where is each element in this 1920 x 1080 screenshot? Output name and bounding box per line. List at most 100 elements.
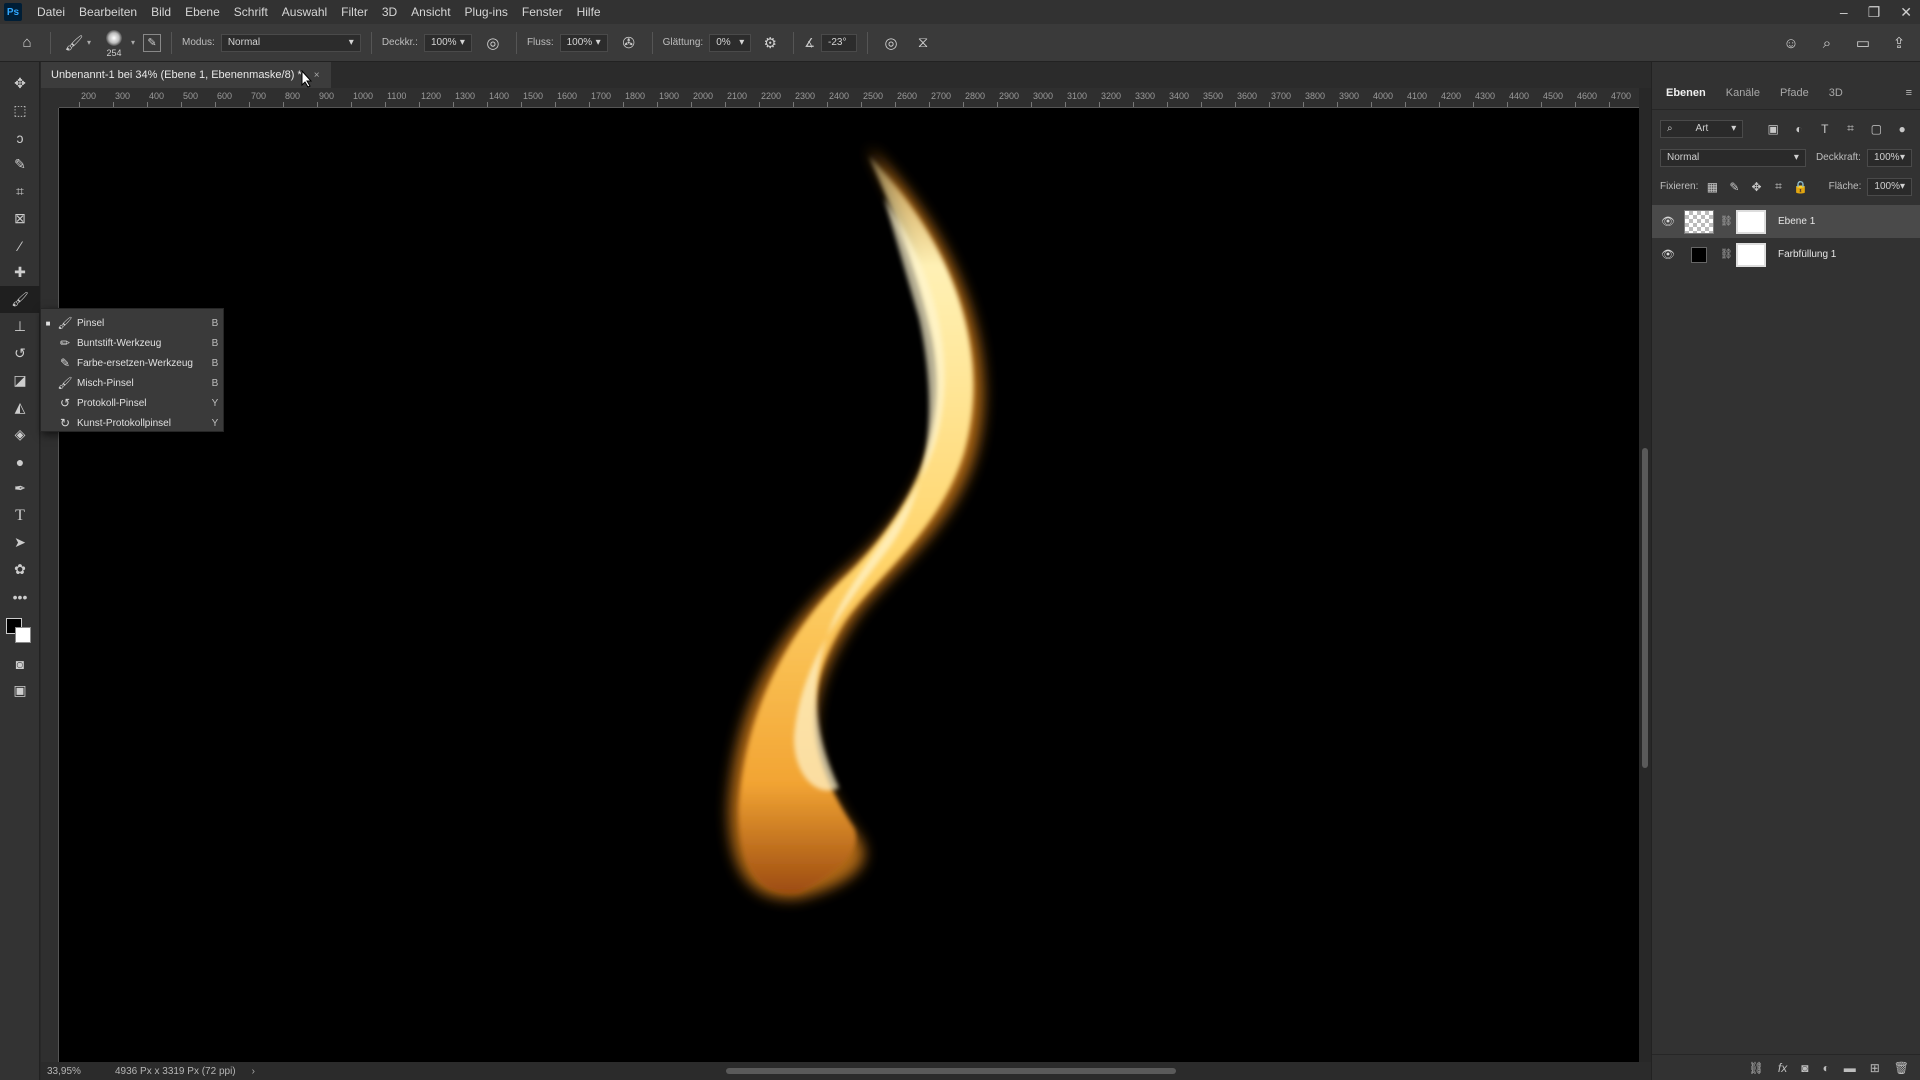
flow-field[interactable]: 100% ▾ <box>559 33 608 52</box>
close-tab-icon[interactable]: × <box>314 70 320 81</box>
tab-kanaele[interactable]: Kanäle <box>1716 87 1770 109</box>
flyout-item-misch-pinsel[interactable]: 🖌 Misch-Pinsel B <box>41 373 223 393</box>
visibility-eye-icon[interactable]: 👁 <box>1658 215 1678 228</box>
menu-fenster[interactable]: Fenster <box>515 0 570 24</box>
paint-bucket-tool-icon[interactable]: ◭ <box>0 394 40 421</box>
shape-tool-icon[interactable]: ✿ <box>0 556 40 583</box>
smoothing-field[interactable]: 0% ▾ <box>709 33 752 52</box>
color-swatches[interactable] <box>0 610 40 650</box>
add-mask-icon[interactable]: ◙ <box>1801 1061 1808 1075</box>
tab-ebenen[interactable]: Ebenen <box>1656 87 1716 109</box>
more-tools-icon[interactable]: ••• <box>0 583 40 610</box>
document-tab[interactable]: Unbenannt-1 bei 34% (Ebene 1, Ebenenmask… <box>41 62 331 88</box>
pressure-opacity-icon[interactable]: ◎ <box>480 30 506 56</box>
workspace-icon[interactable]: ▭ <box>1850 30 1876 56</box>
zoom-level[interactable]: 33,95% <box>47 1066 107 1077</box>
home-icon[interactable]: ⌂ <box>14 30 40 56</box>
adjustment-layer-icon[interactable]: ◐ <box>1822 1061 1829 1075</box>
pressure-size-icon[interactable]: ◎ <box>878 30 904 56</box>
layer-row-farbfuellung-1[interactable]: 👁 ⛓ Farbfüllung 1 <box>1652 238 1920 271</box>
quick-selection-tool-icon[interactable]: ✎ <box>0 151 40 178</box>
mask-link-icon[interactable]: ⛓ <box>1720 249 1733 260</box>
filter-shape-icon[interactable]: ⌗ <box>1841 121 1861 136</box>
search-icon[interactable]: ⌕ <box>1814 30 1840 56</box>
vertical-scrollbar[interactable] <box>1639 108 1651 1062</box>
layer-mask-thumbnail[interactable] <box>1736 242 1766 267</box>
layer-name[interactable]: Ebene 1 <box>1772 216 1815 227</box>
chevron-down-icon[interactable]: ▾ <box>131 38 135 47</box>
visibility-eye-icon[interactable]: 👁 <box>1658 248 1678 261</box>
panel-menu-icon[interactable]: ≡ <box>1906 87 1912 109</box>
opacity-field[interactable]: 100% ▾ <box>423 33 472 52</box>
type-tool-icon[interactable]: T <box>0 502 40 529</box>
layer-filter-select[interactable]: ⌕ Art ▾ <box>1660 119 1744 138</box>
document-size-info[interactable]: 4936 Px x 3319 Px (72 ppi) <box>115 1066 236 1077</box>
menu-datei[interactable]: Datei <box>30 0 72 24</box>
frame-tool-icon[interactable]: ⊠ <box>0 205 40 232</box>
healing-brush-tool-icon[interactable]: ✚ <box>0 259 40 286</box>
fill-field[interactable]: 100% ▾ <box>1867 177 1912 196</box>
lock-transparency-icon[interactable]: ▦ <box>1704 180 1720 194</box>
filter-smart-object-icon[interactable]: ▢ <box>1866 122 1886 136</box>
horizontal-scroll-thumb[interactable] <box>726 1068 1176 1074</box>
flyout-item-protokoll-pinsel[interactable]: ↺ Protokoll-Pinsel Y <box>41 393 223 413</box>
new-group-icon[interactable]: ▬ <box>1844 1061 1856 1075</box>
layer-style-icon[interactable]: fx <box>1778 1061 1787 1075</box>
stamp-tool-icon[interactable]: ⊥ <box>0 313 40 340</box>
menu-ansicht[interactable]: Ansicht <box>404 0 457 24</box>
filter-pixel-icon[interactable]: ▣ <box>1763 122 1783 136</box>
brush-tool-icon[interactable]: 🖌 <box>0 286 40 313</box>
eyedropper-tool-icon[interactable]: ⁄ <box>0 232 40 259</box>
menu-bearbeiten[interactable]: Bearbeiten <box>72 0 144 24</box>
restore-button[interactable]: ❐ <box>1868 4 1881 21</box>
background-color-swatch[interactable] <box>15 627 31 643</box>
menu-auswahl[interactable]: Auswahl <box>275 0 334 24</box>
layer-mask-thumbnail[interactable] <box>1736 209 1766 234</box>
minimize-button[interactable]: – <box>1840 4 1848 20</box>
layer-opacity-field[interactable]: 100% ▾ <box>1866 148 1912 167</box>
flyout-item-buntstift[interactable]: ✏ Buntstift-Werkzeug B <box>41 333 223 353</box>
menu-filter[interactable]: Filter <box>334 0 375 24</box>
filter-adjustment-icon[interactable]: ◐ <box>1789 122 1809 136</box>
symmetry-icon[interactable]: ⧖ <box>910 30 936 56</box>
layer-name[interactable]: Farbfüllung 1 <box>1772 249 1836 260</box>
angle-field[interactable]: -23° <box>820 33 857 52</box>
tab-3d[interactable]: 3D <box>1819 87 1853 109</box>
brush-settings-panel-icon[interactable]: ✎ <box>143 33 162 52</box>
mode-select[interactable]: Normal ▾ <box>220 33 361 52</box>
dodge-tool-icon[interactable]: ● <box>0 448 40 475</box>
link-layers-icon[interactable]: ⛓ <box>1749 1061 1764 1075</box>
lock-position-icon[interactable]: ✥ <box>1748 180 1764 194</box>
gear-icon[interactable]: ⚙ <box>757 30 783 56</box>
lasso-tool-icon[interactable]: ↄ <box>0 124 40 151</box>
crop-tool-icon[interactable]: ⌗ <box>0 178 40 205</box>
new-layer-icon[interactable]: ⊞ <box>1870 1061 1880 1075</box>
share-icon[interactable]: ⇪ <box>1886 30 1912 56</box>
flyout-item-farbe-ersetzen[interactable]: ✎ Farbe-ersetzen-Werkzeug B <box>41 353 223 373</box>
eraser-tool-icon[interactable]: ◪ <box>0 367 40 394</box>
close-window-button[interactable]: ✕ <box>1900 4 1912 21</box>
tab-pfade[interactable]: Pfade <box>1770 87 1819 109</box>
menu-schrift[interactable]: Schrift <box>227 0 275 24</box>
quick-mask-icon[interactable]: ◙ <box>0 650 40 677</box>
flyout-item-kunst-protokollpinsel[interactable]: ↻ Kunst-Protokollpinsel Y <box>41 413 223 433</box>
filter-type-icon[interactable]: T <box>1815 122 1835 136</box>
layer-row-ebene-1[interactable]: 👁 ⛓ Ebene 1 <box>1652 205 1920 238</box>
screen-mode-icon[interactable]: ▣ <box>0 677 40 704</box>
menu-bild[interactable]: Bild <box>144 0 178 24</box>
chevron-right-icon[interactable]: › <box>252 1066 255 1077</box>
airbrush-icon[interactable]: ✇ <box>616 30 642 56</box>
flyout-item-pinsel[interactable]: ■ 🖌 Pinsel B <box>41 313 223 333</box>
menu-3d[interactable]: 3D <box>375 0 404 24</box>
marquee-tool-icon[interactable]: ⬚ <box>0 97 40 124</box>
lock-artboard-icon[interactable]: ⌗ <box>1771 179 1787 194</box>
lock-pixels-icon[interactable]: ✎ <box>1726 180 1742 194</box>
path-selection-tool-icon[interactable]: ➤ <box>0 529 40 556</box>
menu-ebene[interactable]: Ebene <box>178 0 227 24</box>
mask-link-icon[interactable]: ⛓ <box>1720 216 1733 227</box>
filter-toggle-icon[interactable]: ● <box>1892 122 1912 136</box>
lock-all-icon[interactable]: 🔒 <box>1793 180 1809 194</box>
move-tool-icon[interactable]: ✥ <box>0 70 40 97</box>
chevron-down-icon[interactable]: ▾ <box>87 38 91 47</box>
menu-hilfe[interactable]: Hilfe <box>570 0 608 24</box>
